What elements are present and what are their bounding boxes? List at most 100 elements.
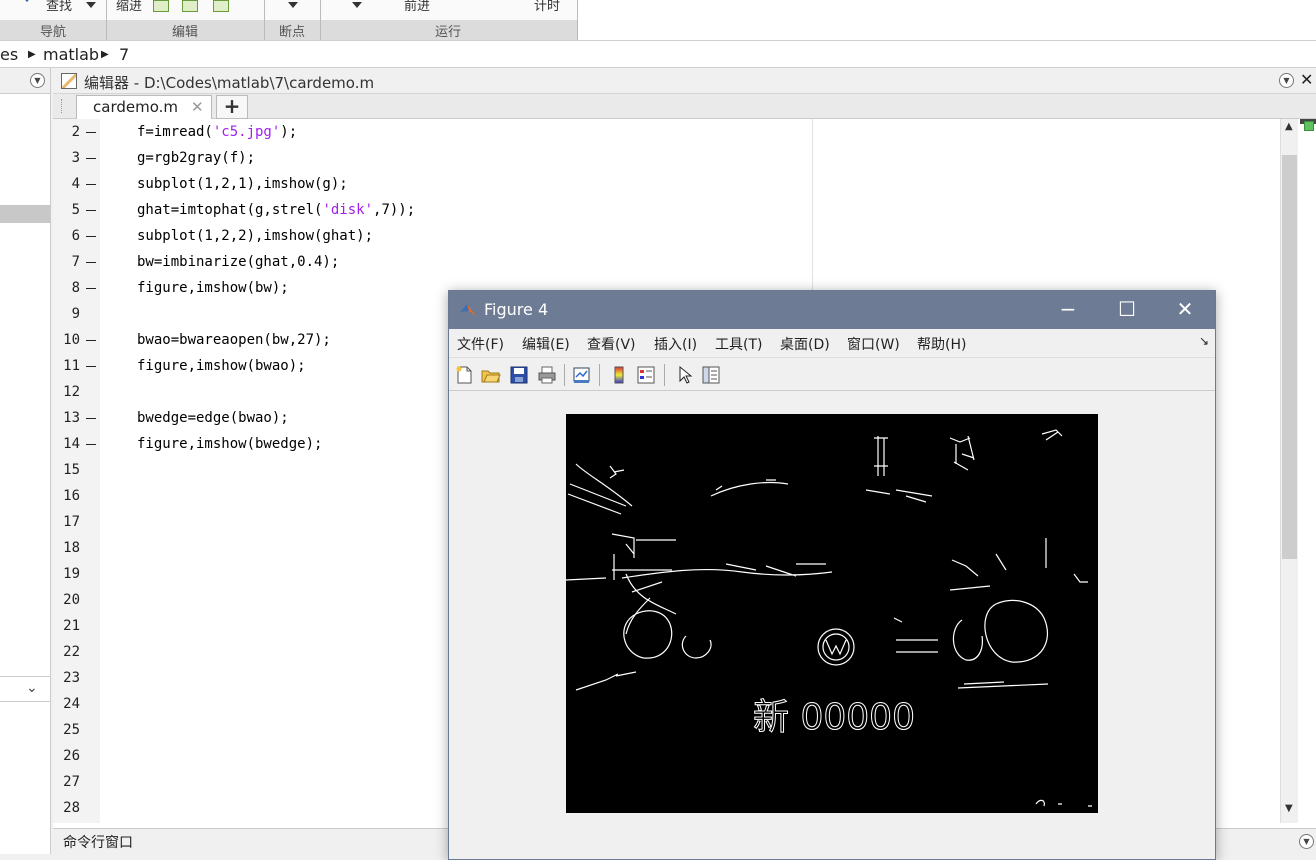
- chevron-down-icon[interactable]: ⌄: [26, 680, 38, 696]
- line-number[interactable]: 13: [63, 405, 80, 431]
- code-line[interactable]: ghat=imtophat(g,strel('disk',7));: [137, 197, 415, 223]
- tab-grip-icon[interactable]: [61, 99, 63, 113]
- breakpoint-dash-icon[interactable]: [86, 444, 96, 445]
- line-number[interactable]: 17: [63, 509, 80, 535]
- new-figure-icon[interactable]: [454, 365, 474, 385]
- tab-close-icon[interactable]: ✕: [191, 98, 204, 116]
- menu-desktop[interactable]: 桌面(D): [780, 334, 830, 354]
- find-icon[interactable]: [22, 0, 32, 2]
- breakpoint-dash-icon[interactable]: [86, 132, 96, 133]
- comment-icon[interactable]: [153, 0, 169, 12]
- breadcrumb-separator-icon[interactable]: ▶: [101, 49, 109, 60]
- editor-actions-icon[interactable]: ▼: [1279, 73, 1294, 88]
- line-number[interactable]: 23: [63, 665, 80, 691]
- line-number[interactable]: 4: [72, 171, 80, 197]
- command-window-actions-icon[interactable]: ▼: [1299, 834, 1314, 849]
- code-line[interactable]: f=imread('c5.jpg');: [137, 119, 297, 145]
- link-plot-icon[interactable]: [572, 365, 592, 385]
- line-number[interactable]: 21: [63, 613, 80, 639]
- breakpoint-dash-icon[interactable]: [86, 418, 96, 419]
- breadcrumb-item[interactable]: es: [0, 45, 18, 64]
- panel-actions-icon[interactable]: ▼: [30, 73, 45, 88]
- line-number[interactable]: 10: [63, 327, 80, 353]
- line-number[interactable]: 15: [63, 457, 80, 483]
- print-icon[interactable]: [537, 365, 557, 385]
- line-number[interactable]: 22: [63, 639, 80, 665]
- outdent-icon[interactable]: [213, 0, 229, 12]
- analyzer-status-icon[interactable]: [1304, 121, 1314, 131]
- editor-vertical-scrollbar[interactable]: ▲ ▼: [1280, 119, 1298, 823]
- line-number[interactable]: 5: [72, 197, 80, 223]
- line-number[interactable]: 20: [63, 587, 80, 613]
- line-number[interactable]: 3: [72, 145, 80, 171]
- line-number[interactable]: 25: [63, 717, 80, 743]
- property-editor-icon[interactable]: [701, 365, 721, 385]
- menu-file[interactable]: 文件(F): [457, 334, 504, 354]
- maximize-button[interactable]: ☐: [1098, 291, 1156, 329]
- line-number[interactable]: 26: [63, 743, 80, 769]
- code-line[interactable]: subplot(1,2,2),imshow(ghat);: [137, 223, 373, 249]
- menu-help[interactable]: 帮助(H): [917, 334, 966, 354]
- add-tab-button[interactable]: +: [216, 95, 248, 119]
- line-number[interactable]: 12: [63, 379, 80, 405]
- save-icon[interactable]: [509, 365, 529, 385]
- menu-window[interactable]: 窗口(W): [847, 334, 900, 354]
- code-line[interactable]: figure,imshow(bwedge);: [137, 431, 322, 457]
- timing-button[interactable]: 计时: [534, 0, 560, 14]
- breakpoint-dash-icon[interactable]: [86, 288, 96, 289]
- find-button[interactable]: 查找: [46, 0, 72, 14]
- minimize-button[interactable]: −: [1039, 291, 1097, 329]
- scroll-up-icon[interactable]: ▲: [1285, 121, 1293, 132]
- breadcrumb-item[interactable]: 7: [119, 45, 129, 64]
- close-icon[interactable]: ✕: [1300, 70, 1313, 89]
- image-axes[interactable]: 新 00000: [566, 414, 1098, 813]
- line-number[interactable]: 16: [63, 483, 80, 509]
- breadcrumb-item[interactable]: matlab: [43, 45, 99, 64]
- breakpoint-dropdown-icon[interactable]: [288, 2, 298, 8]
- line-number[interactable]: 11: [63, 353, 80, 379]
- code-line[interactable]: bwedge=edge(bwao);: [137, 405, 289, 431]
- dock-arrow-icon[interactable]: ↘: [1199, 334, 1209, 348]
- line-number[interactable]: 2: [72, 119, 80, 145]
- breadcrumb-separator-icon[interactable]: ▶: [28, 49, 36, 60]
- figure-titlebar[interactable]: Figure 4 − ☐ ✕: [449, 291, 1215, 329]
- breakpoint-dash-icon[interactable]: [86, 210, 96, 211]
- menu-insert[interactable]: 插入(I): [654, 334, 697, 354]
- breakpoint-dash-icon[interactable]: [86, 262, 96, 263]
- code-line[interactable]: bwao=bwareaopen(bw,27);: [137, 327, 331, 353]
- scroll-down-icon[interactable]: ▼: [1285, 803, 1293, 814]
- code-line[interactable]: figure,imshow(bw);: [137, 275, 289, 301]
- line-number[interactable]: 18: [63, 535, 80, 561]
- line-number[interactable]: 27: [63, 769, 80, 795]
- breakpoint-dash-icon[interactable]: [86, 236, 96, 237]
- indent-icon[interactable]: [182, 0, 198, 12]
- colorbar-icon[interactable]: [609, 365, 629, 385]
- code-line[interactable]: figure,imshow(bwao);: [137, 353, 306, 379]
- line-number[interactable]: 8: [72, 275, 80, 301]
- line-number[interactable]: 7: [72, 249, 80, 275]
- line-number[interactable]: 24: [63, 691, 80, 717]
- breakpoint-dash-icon[interactable]: [86, 184, 96, 185]
- tab-cardemo[interactable]: cardemo.m ✕: [76, 95, 212, 119]
- line-number[interactable]: 14: [63, 431, 80, 457]
- breakpoint-dash-icon[interactable]: [86, 366, 96, 367]
- find-dropdown-icon[interactable]: [86, 2, 96, 8]
- selected-file-row[interactable]: [0, 205, 50, 223]
- line-number[interactable]: 28: [63, 795, 80, 821]
- advance-button[interactable]: 前进: [404, 0, 430, 14]
- open-file-icon[interactable]: [481, 365, 501, 385]
- breakpoint-dash-icon[interactable]: [86, 340, 96, 341]
- legend-icon[interactable]: [636, 365, 656, 385]
- scrollbar-thumb[interactable]: [1282, 155, 1297, 559]
- menu-tools[interactable]: 工具(T): [715, 334, 762, 354]
- indent-button[interactable]: 缩进: [116, 0, 142, 14]
- close-button[interactable]: ✕: [1156, 291, 1214, 329]
- line-number[interactable]: 9: [72, 301, 80, 327]
- menu-view[interactable]: 查看(V): [587, 334, 636, 354]
- line-number[interactable]: 6: [72, 223, 80, 249]
- breakpoint-dash-icon[interactable]: [86, 158, 96, 159]
- details-header[interactable]: ⌄: [0, 676, 50, 702]
- code-line[interactable]: subplot(1,2,1),imshow(g);: [137, 171, 348, 197]
- run-dropdown-icon[interactable]: [352, 2, 362, 8]
- pointer-icon[interactable]: [675, 365, 695, 385]
